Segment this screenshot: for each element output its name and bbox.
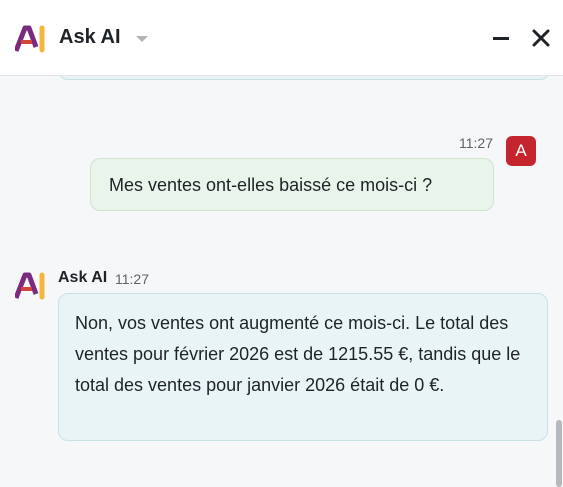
user-message-time: 11:27: [459, 135, 493, 151]
minimize-icon[interactable]: [490, 27, 512, 49]
header-title: Ask AI: [59, 26, 121, 48]
ask-ai-logo-icon: [15, 25, 45, 53]
chat-header: Ask AI: [0, 0, 563, 76]
assistant-message-bubble: Non, vos ventes ont augmenté ce mois-ci.…: [58, 293, 548, 441]
user-avatar: A: [506, 136, 536, 166]
user-message-text: Mes ventes ont-elles baissé ce mois-ci ?: [109, 175, 433, 195]
assistant-name: Ask AI: [58, 269, 108, 286]
assistant-message-time: 11:27: [115, 271, 149, 287]
assistant-message-text: Non, vos ventes ont augmenté ce mois-ci.…: [75, 313, 521, 395]
scrollbar-thumb[interactable]: [556, 420, 562, 487]
previous-message-bubble: [58, 76, 550, 80]
chat-thread[interactable]: 11:27 A Mes ventes ont-elles baissé ce m…: [0, 76, 563, 487]
close-icon[interactable]: [530, 27, 552, 49]
ask-ai-avatar-icon: [15, 272, 45, 300]
user-message-bubble: Mes ventes ont-elles baissé ce mois-ci ?: [90, 158, 494, 211]
caret-down-icon[interactable]: [135, 34, 149, 44]
